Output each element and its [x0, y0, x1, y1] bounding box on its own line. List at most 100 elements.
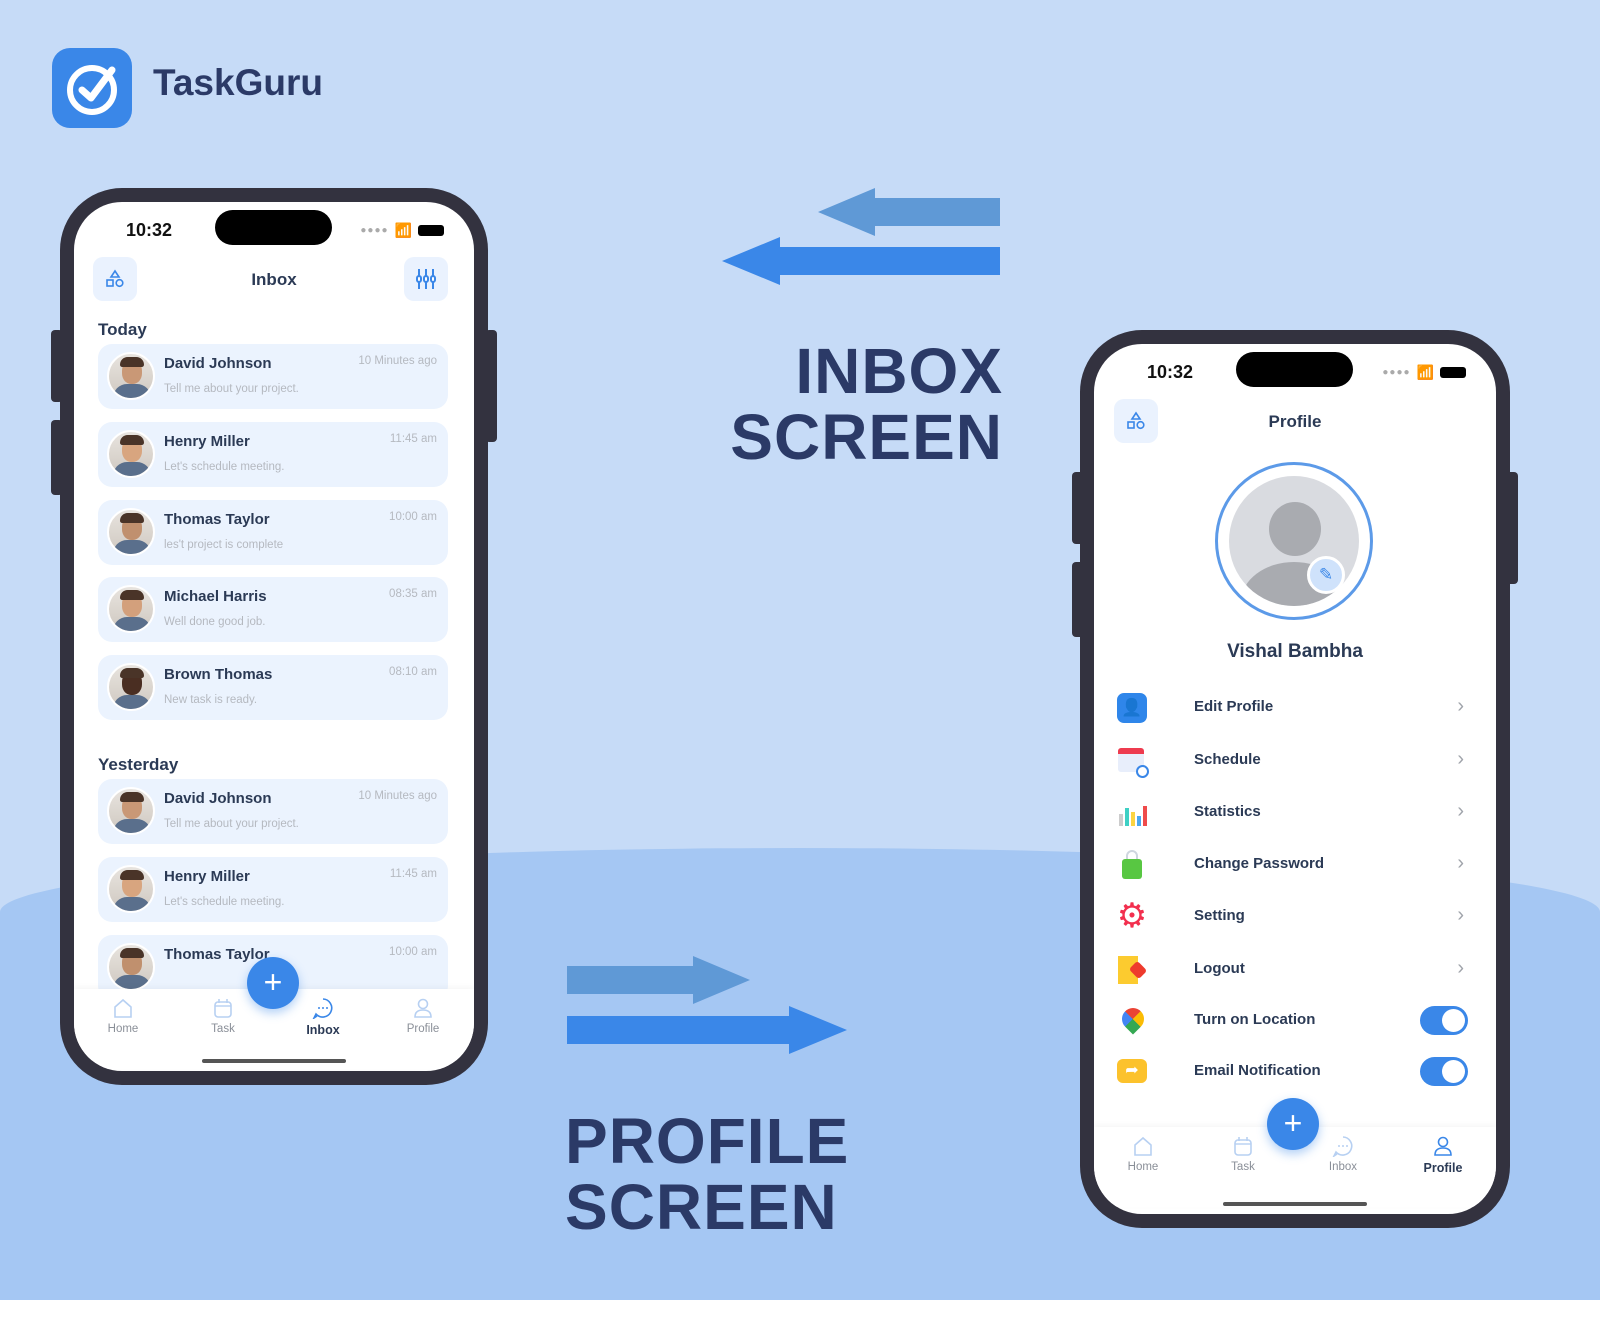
nav-task[interactable]: Task [188, 989, 258, 1035]
sliders-icon [416, 269, 436, 289]
menu-item-logout[interactable]: Logout › [1114, 949, 1470, 989]
chevron-right-icon: › [1457, 904, 1464, 926]
message-item[interactable]: David Johnson Tell me about your project.… [98, 779, 448, 844]
toggle-switch[interactable] [1420, 1006, 1468, 1035]
message-time: 10 Minutes ago [358, 790, 437, 802]
edit-avatar-button[interactable]: ✎ [1307, 556, 1345, 594]
nav-label: Task [1231, 1161, 1255, 1173]
avatar [107, 942, 155, 991]
toggle-switch[interactable] [1420, 1057, 1468, 1086]
caption-line: SCREEN [565, 1171, 838, 1243]
avatar [107, 663, 155, 712]
message-item[interactable]: Henry Miller Let's schedule meeting. 11:45… [98, 421, 448, 487]
home-icon [1134, 1136, 1152, 1156]
nav-inbox[interactable]: Inbox [288, 989, 358, 1037]
calendar-icon [1234, 1137, 1252, 1156]
chevron-right-icon: › [1457, 695, 1464, 717]
nav-inbox[interactable]: Inbox [1308, 1127, 1378, 1173]
message-preview: New task is ready. [164, 694, 258, 707]
gear-icon: ⚙ [1116, 897, 1148, 935]
menu-label: Turn on Location [1194, 1011, 1316, 1028]
message-time: 10:00 am [389, 510, 437, 523]
status-time: 10:32 [126, 220, 173, 240]
nav-label: Home [1127, 1161, 1159, 1173]
battery-icon [418, 225, 444, 236]
message-item[interactable]: Brown Thomas New task is ready. 08:10 am [98, 655, 448, 721]
add-button[interactable]: + [1267, 1098, 1319, 1150]
menu-item-setting[interactable]: ⚙ Setting › [1114, 896, 1470, 936]
chevron-right-icon: › [1457, 748, 1464, 770]
sender-name: Thomas Taylor [164, 510, 270, 528]
calendar-icon [214, 999, 232, 1018]
nav-profile[interactable]: Profile [388, 989, 458, 1035]
chevron-right-icon: › [1457, 800, 1464, 822]
message-preview: Well done good job. [164, 616, 266, 629]
inbox-phone: 10:32 ●●●● 📶 Inbox Today David Johnson Tell… [60, 188, 488, 1085]
message-time: 10:00 am [389, 945, 437, 958]
avatar [107, 585, 155, 634]
logout-icon [1117, 955, 1148, 985]
profile-phone: 10:32 ●●●● 📶 Profile ✎ Vishal Bambha 👤 Edi… [1080, 330, 1510, 1228]
sender-name: Henry Miller [164, 432, 250, 450]
menu-item-change-password[interactable]: Change Password › [1114, 844, 1470, 884]
section-header: Yesterday [98, 755, 179, 774]
nav-label: Inbox [1328, 1161, 1358, 1173]
taskguru-logo-icon [52, 48, 132, 128]
menu-label: Change Password [1194, 855, 1325, 872]
message-item[interactable]: Michael Harris Well done good job. 08:35 a… [98, 577, 448, 643]
sender-name: Brown Thomas [164, 666, 273, 684]
schedule-icon [1117, 746, 1149, 778]
message-preview: Tell me about your project. [164, 818, 299, 830]
profile-screen-caption: PROFILE SCREEN [565, 1108, 849, 1240]
menu-item-email-notification[interactable]: ➦ Email Notification [1114, 1051, 1470, 1091]
message-item[interactable]: David Johnson Tell me about your project.… [98, 344, 448, 409]
sender-name: David Johnson [164, 355, 272, 372]
menu-label: Statistics [1194, 803, 1261, 820]
email-notification-icon: ➦ [1117, 1057, 1147, 1087]
nav-label: Profile [1423, 1161, 1463, 1175]
nav-task[interactable]: Task [1208, 1127, 1278, 1173]
status-icons: ●●●● 📶 [360, 222, 444, 239]
message-preview: les't project is complete [164, 538, 284, 551]
menu-label: Email Notification [1194, 1062, 1321, 1079]
message-preview: Tell me about your project. [164, 383, 299, 395]
add-button[interactable]: + [247, 957, 299, 1009]
filter-button[interactable] [404, 257, 448, 301]
sender-name: David Johnson [164, 790, 272, 807]
user-icon [1434, 1136, 1452, 1156]
sender-name: Michael Harris [164, 588, 267, 606]
avatar [107, 507, 155, 556]
nav-profile[interactable]: Profile [1408, 1127, 1478, 1175]
message-item[interactable]: Thomas Taylor les't project is complete 10… [98, 499, 448, 565]
nav-home[interactable]: Home [1108, 1127, 1178, 1173]
battery-icon [1440, 367, 1466, 378]
user-icon [414, 998, 432, 1018]
statistics-icon [1117, 798, 1147, 828]
menu-label: Logout [1194, 960, 1245, 977]
sender-name: Henry Miller [164, 867, 250, 885]
home-icon [114, 998, 132, 1018]
arrows-right-icon [567, 956, 847, 1054]
message-time: 11:45 am [389, 867, 437, 880]
menu-item-statistics[interactable]: Statistics › [1114, 792, 1470, 832]
menu-item-schedule[interactable]: Schedule › [1114, 740, 1470, 780]
status-icons: ●●●● 📶 [1382, 364, 1466, 381]
menu-label: Schedule [1194, 751, 1261, 768]
caption-line: INBOX [795, 335, 1003, 407]
status-time: 10:32 [1147, 362, 1194, 382]
menu-item-edit-profile[interactable]: 👤 Edit Profile › [1114, 687, 1470, 727]
menu-label: Edit Profile [1194, 698, 1274, 715]
avatar [107, 352, 155, 400]
avatar [107, 864, 155, 913]
section-header: Today [98, 320, 147, 339]
profile-avatar[interactable]: ✎ [1215, 462, 1373, 620]
caption-line: SCREEN [730, 401, 1003, 473]
nav-home[interactable]: Home [88, 989, 158, 1035]
dynamic-island [1236, 352, 1353, 387]
home-indicator [202, 1059, 346, 1063]
lock-icon [1117, 850, 1147, 880]
menu-item-turn-on-location[interactable]: Turn on Location [1114, 1000, 1470, 1040]
message-item[interactable]: Henry Miller Let's schedule meeting. 11:45… [98, 856, 448, 922]
chat-icon [312, 998, 333, 1019]
avatar [107, 787, 155, 835]
